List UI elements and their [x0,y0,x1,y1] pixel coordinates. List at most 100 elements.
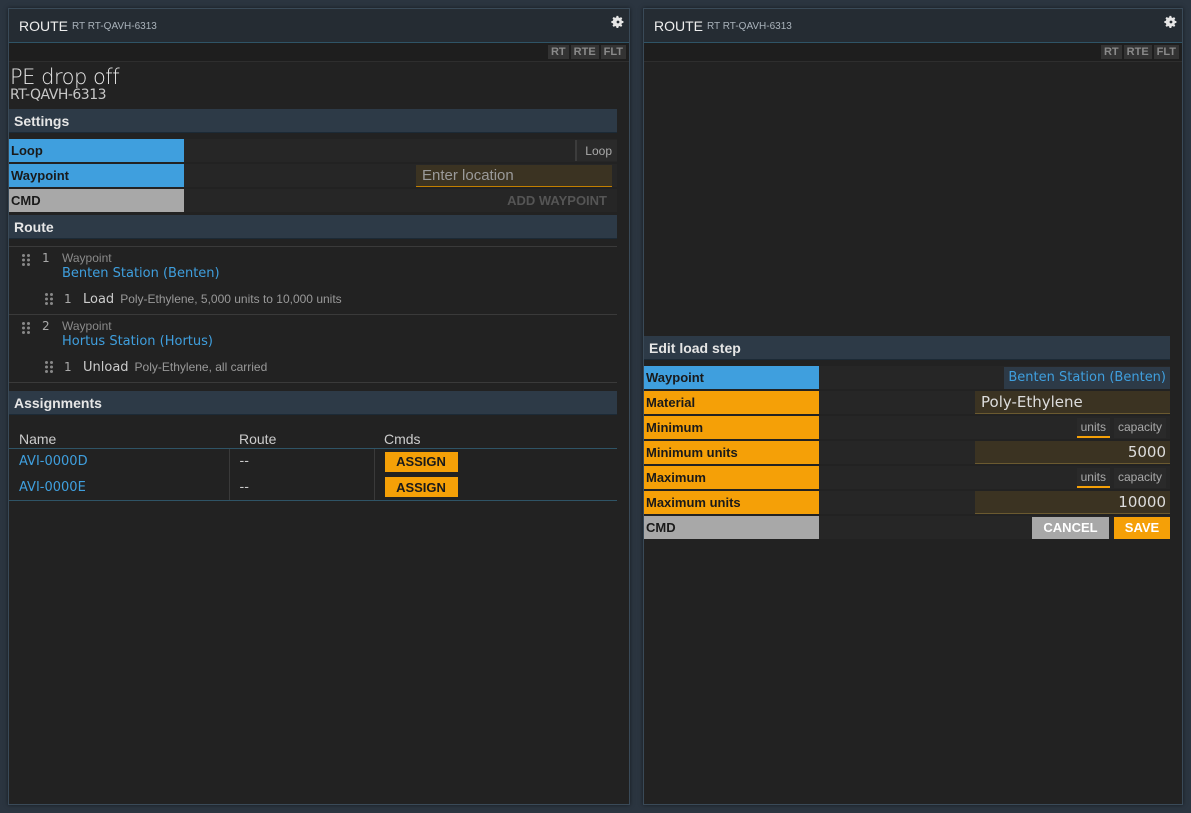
view-tabs: RT RTE FLT [644,43,1182,62]
tab-rte[interactable]: RTE [1123,45,1152,59]
loop-row: Loop Loop [9,139,617,162]
save-button[interactable]: SAVE [1114,516,1170,539]
cmd-label: CMD [9,189,184,212]
minimum-label: Minimum [644,416,819,439]
cmd-row: CMD ADD WAYPOINT [9,189,617,212]
waypoint-station-link[interactable]: Hortus Station (Hortus) [62,334,213,349]
route-panel-left: ROUTE RT RT-QAVH-6313 RT RTE FLT PE drop… [8,8,630,805]
material-row: Material [644,391,1170,414]
gear-icon[interactable] [611,15,625,29]
minimum-row: Minimum units capacity [644,416,1170,439]
location-input[interactable] [416,164,612,187]
fleet-route: -- [229,474,375,501]
drag-handle-icon[interactable] [44,292,54,306]
assignments-table: Name Route Cmds AVI-0000D -- ASSIGN AVI-… [9,430,617,501]
assign-button[interactable]: ASSIGN [384,451,458,472]
panel-subtitle: RT RT-QAVH-6313 [72,21,157,32]
minimum-capacity-option[interactable]: capacity [1113,417,1166,438]
tab-rte[interactable]: RTE [570,45,599,59]
fleet-cmds: ASSIGN [374,449,617,475]
material-input[interactable] [975,391,1170,414]
waypoint-row: Waypoint [9,164,617,187]
loop-toggle[interactable]: Loop [575,140,617,161]
route-id: RT-QAVH-6313 [10,87,107,103]
edit-waypoint-row: Waypoint Benten Station (Benten) [644,366,1170,389]
fleet-name-link[interactable]: AVI-0000E [9,474,230,501]
material-label: Material [644,391,819,414]
assignments-section-header: Assignments [9,391,617,415]
waypoint-index: 2 [42,319,50,333]
fleet-name-link[interactable]: AVI-0000D [9,448,230,475]
route-title-block: PE drop off RT-QAVH-6313 [9,65,629,103]
waypoint-station-link[interactable]: Benten Station (Benten) [1004,366,1170,389]
edit-cmd-value: CANCEL SAVE [819,516,1170,539]
add-waypoint-button[interactable]: ADD WAYPOINT [507,193,617,208]
fleet-route: -- [229,448,375,475]
maximum-value: units capacity [819,466,1170,489]
panel-title: ROUTE [19,17,68,34]
minimum-units-row: Minimum units [644,441,1170,464]
waypoint-station-link[interactable]: Benten Station (Benten) [62,266,220,281]
loop-label: Loop [9,139,184,162]
maximum-capacity-option[interactable]: capacity [1113,467,1166,488]
maximum-mode-toggle: units capacity [1076,467,1170,488]
panel-header: ROUTE RT RT-QAVH-6313 [644,9,1182,43]
step-detail: Poly-Ethylene, all carried [134,360,268,374]
table-row: AVI-0000D -- ASSIGN [9,448,617,475]
maximum-row: Maximum units capacity [644,466,1170,489]
panel-subtitle: RT RT-QAVH-6313 [707,21,792,32]
maximum-units-row: Maximum units [644,491,1170,514]
waypoint-kind: Waypoint [62,251,112,265]
waypoint-kind: Waypoint [62,319,112,333]
maximum-label: Maximum [644,466,819,489]
settings-block: Settings Loop Loop Waypoint CMD ADD WAYP… [9,109,617,239]
minimum-value: units capacity [819,416,1170,439]
edit-section-header: Edit load step [644,336,1170,360]
step-action[interactable]: Unload [83,360,129,375]
edit-waypoint-label: Waypoint [644,366,819,389]
table-header-row: Name Route Cmds [9,430,617,449]
panel-title: ROUTE [654,17,703,34]
settings-section-header: Settings [9,109,617,133]
tab-flt[interactable]: FLT [600,45,626,59]
cmd-value: ADD WAYPOINT [184,189,617,212]
cancel-button[interactable]: CANCEL [1032,516,1109,539]
waypoint-item: 1 Waypoint Benten Station (Benten) 1 Loa… [9,247,617,315]
route-section-header: Route [9,215,617,239]
edit-waypoint-value: Benten Station (Benten) [819,366,1170,389]
maximum-units-option[interactable]: units [1076,467,1110,488]
waypoint-index: 1 [42,251,50,265]
route-list: 1 Waypoint Benten Station (Benten) 1 Loa… [9,246,617,383]
tab-flt[interactable]: FLT [1153,45,1179,59]
minimum-units-value [819,441,1170,464]
drag-handle-icon[interactable] [21,321,31,335]
step-detail: Poly-Ethylene, 5,000 units to 10,000 uni… [120,292,342,306]
step-index: 1 [64,360,72,374]
minimum-units-option[interactable]: units [1076,417,1110,438]
waypoint-label: Waypoint [9,164,184,187]
gear-icon[interactable] [1164,15,1178,29]
assign-button[interactable]: ASSIGN [384,477,458,498]
edit-load-step-form: Edit load step Waypoint Benten Station (… [644,336,1170,541]
minimum-mode-toggle: units capacity [1076,417,1170,438]
assignments-block: Assignments Name Route Cmds AVI-0000D --… [9,391,617,501]
route-panel-right: ROUTE RT RT-QAVH-6313 RT RTE FLT Edit lo… [643,8,1183,805]
minimum-units-input[interactable] [975,441,1170,464]
step-action[interactable]: Load [83,292,114,307]
drag-handle-icon[interactable] [44,360,54,374]
step-index: 1 [64,292,72,306]
maximum-units-value [819,491,1170,514]
view-tabs: RT RTE FLT [9,43,629,62]
route-step: 1 Unload Poly-Ethylene, all carried [44,358,604,376]
minimum-units-label: Minimum units [644,441,819,464]
maximum-units-input[interactable] [975,491,1170,514]
loop-value: Loop [184,139,617,162]
material-value [819,391,1170,414]
waypoint-item: 2 Waypoint Hortus Station (Hortus) 1 Unl… [9,315,617,383]
panel-header: ROUTE RT RT-QAVH-6313 [9,9,629,43]
tab-rt[interactable]: RT [1100,45,1122,59]
drag-handle-icon[interactable] [21,253,31,267]
edit-cmd-row: CMD CANCEL SAVE [644,516,1170,539]
waypoint-value [184,164,617,187]
tab-rt[interactable]: RT [547,45,569,59]
